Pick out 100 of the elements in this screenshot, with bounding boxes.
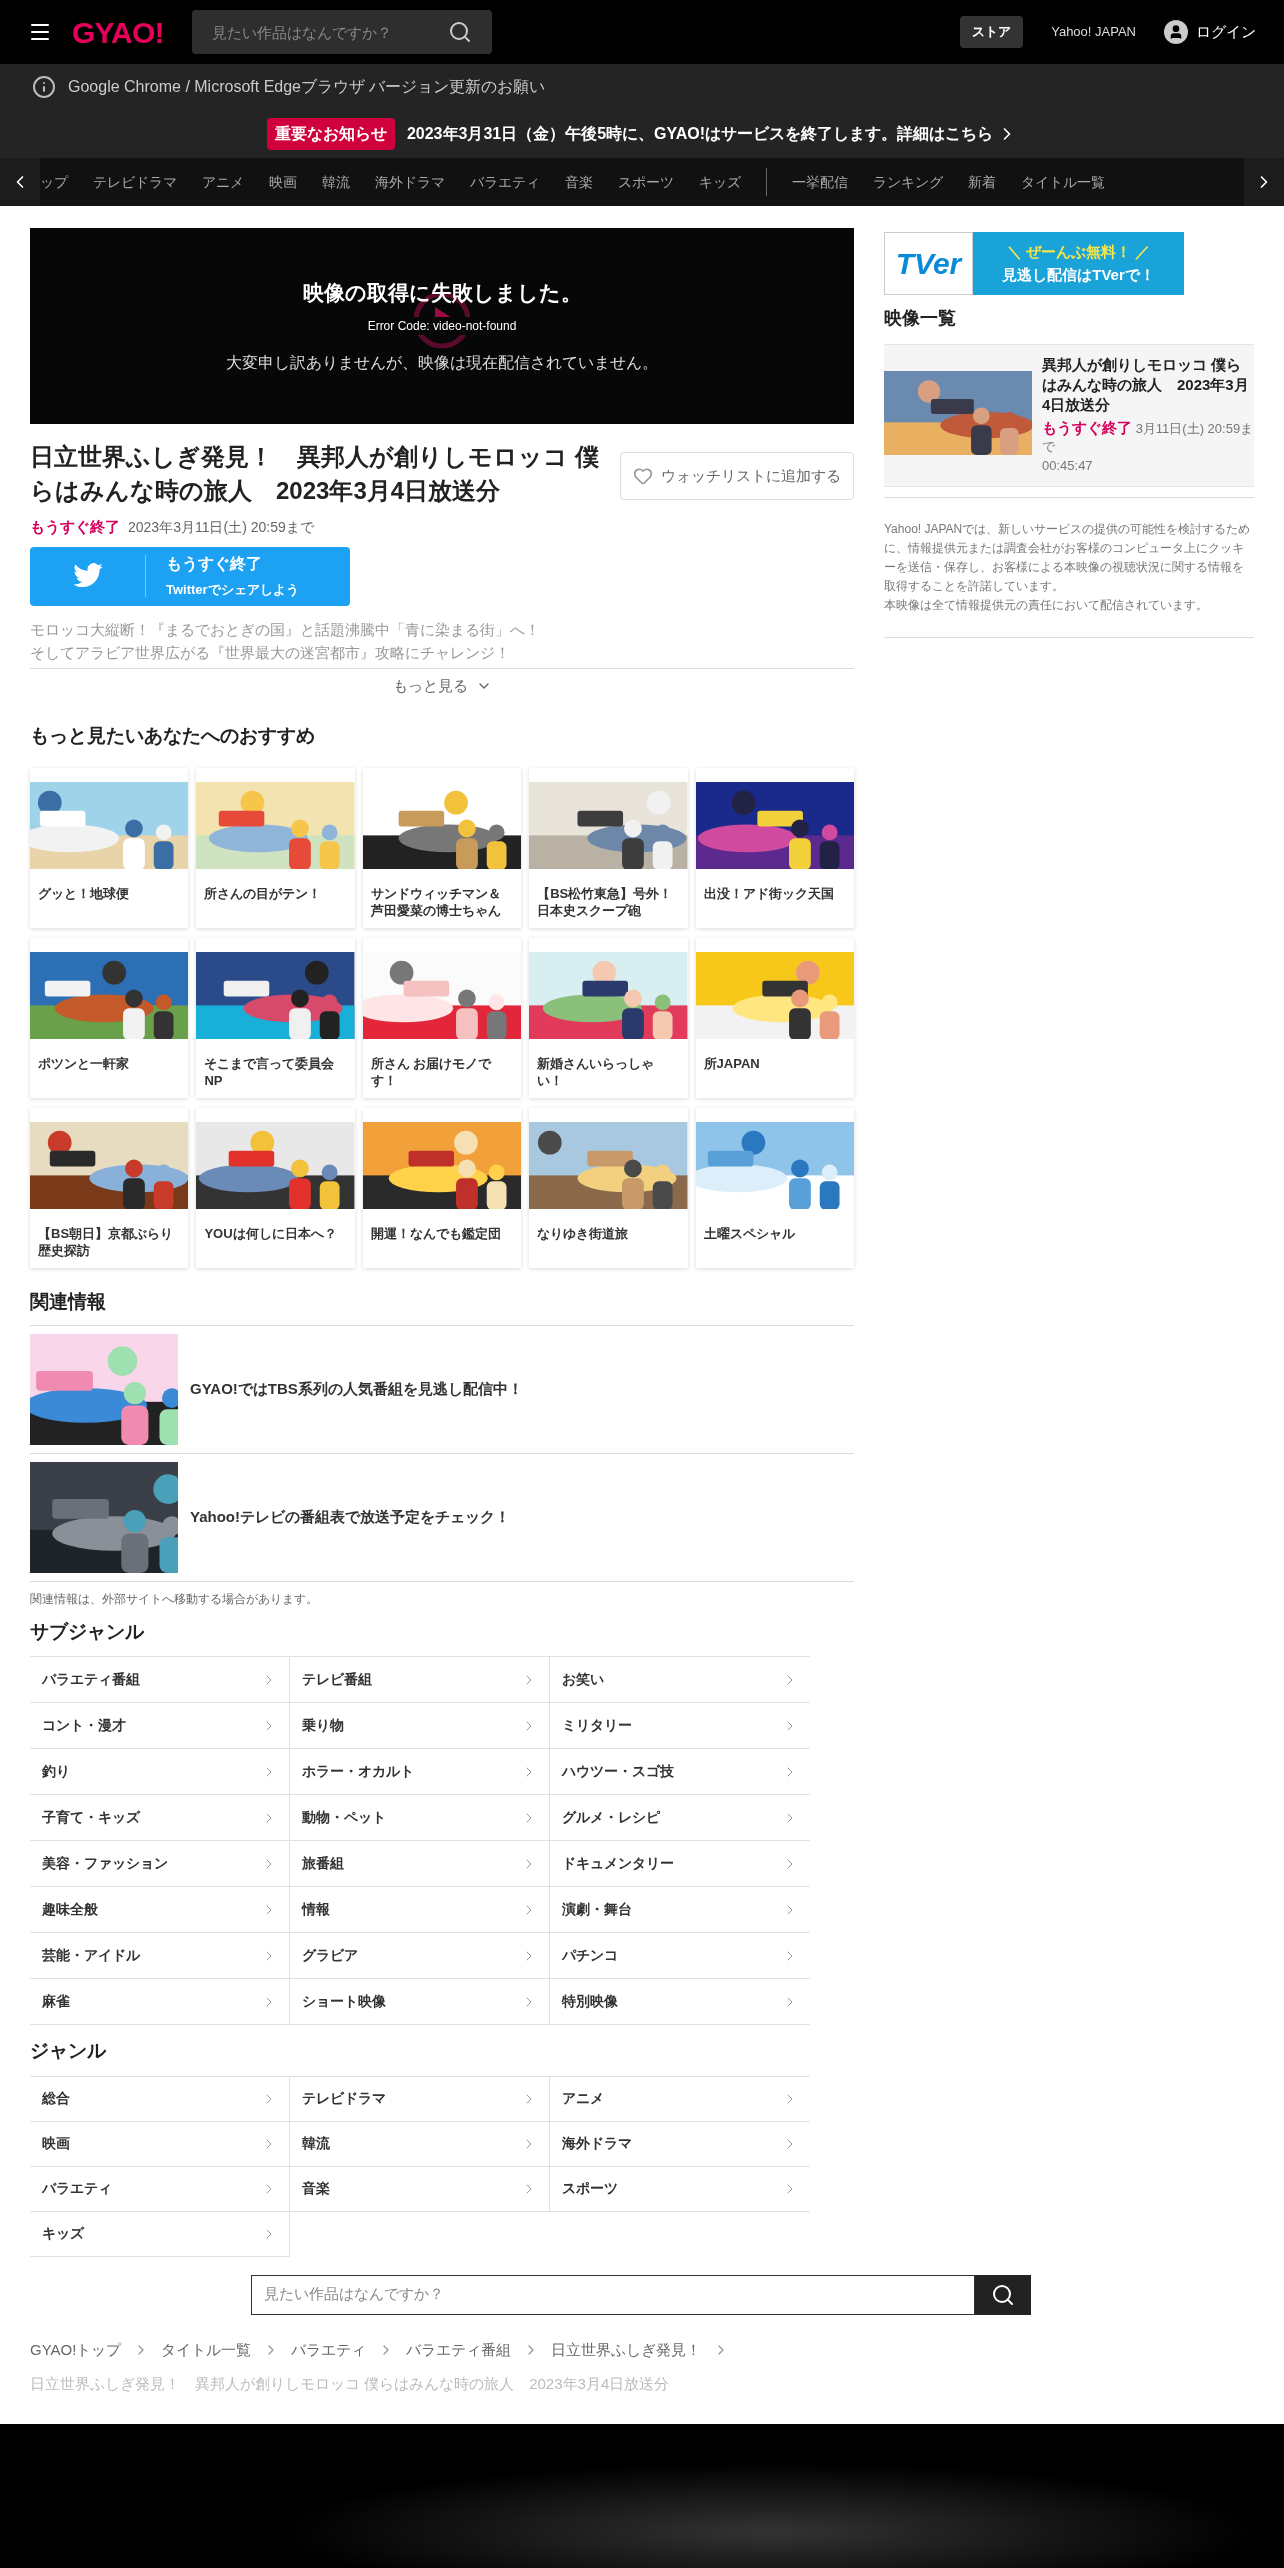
program-card[interactable]: グッと！地球便 (30, 768, 189, 928)
disclaimer-text: Yahoo! JAPANでは、新しいサービスの提供の可能性を検討するために、情報提供元または調査会社がお客様のコンピュータ上にクッキーを送信・保存し、お客様による本映像の視聴状況に関する情報を取得することを許諾しています。 (884, 520, 1252, 595)
breadcrumb-link[interactable]: 日立世界ふしぎ発見！ (551, 2338, 702, 2361)
program-card[interactable]: ポツンと一軒家 (30, 938, 189, 1098)
genre-link[interactable]: ショート映像 (290, 1979, 550, 2025)
breadcrumb-link[interactable]: バラエティ番組 (406, 2338, 512, 2361)
program-card[interactable]: 開運！なんでも鑑定団 (362, 1108, 522, 1268)
genre-link[interactable]: 映画 (30, 2121, 290, 2167)
nav-link[interactable]: 映画 (269, 171, 297, 193)
nav-link[interactable]: テレビドラマ (93, 171, 177, 193)
program-card[interactable]: 土曜スペシャル (695, 1108, 854, 1268)
breadcrumb-link[interactable]: タイトル一覧 (161, 2338, 252, 2361)
genre-link[interactable]: お笑い (550, 1657, 810, 1703)
disclaimer-text: 本映像は全て情報提供元の責任において配信されています。 (884, 596, 1209, 614)
genre-link[interactable]: 趣味全般 (30, 1887, 290, 1933)
genre-link[interactable]: スポーツ (550, 2166, 810, 2212)
program-card[interactable]: 【BS松竹東急】号外！日本史スクープ砲 (529, 768, 688, 928)
genre-link[interactable]: 韓流 (290, 2121, 550, 2167)
program-card[interactable]: そこまで言って委員会NP (196, 938, 355, 1098)
genre-link[interactable]: 情報 (290, 1887, 550, 1933)
nav-link[interactable]: 海外ドラマ (375, 171, 445, 193)
video-list-item[interactable]: 異邦人が創りしモロッコ 僕らはみんな時の旅人 2023年3月4日放送分 もうすぐ終了 3月11日(土) 20:59まで 00:45:47 (884, 344, 1254, 487)
episode-title: 日立世界ふしぎ発見！ 異邦人が創りしモロッコ 僕らはみんな時の旅人 2023年3月4日放送分 (30, 442, 600, 506)
nav-link[interactable]: 一挙配信 (792, 171, 848, 193)
genre-link[interactable]: 乗り物 (290, 1703, 550, 1749)
genre-link[interactable]: コント・漫才 (30, 1703, 290, 1749)
program-card[interactable]: 所JAPAN (695, 938, 854, 1098)
genre-link[interactable]: ドキュメンタリー (550, 1841, 810, 1887)
section-heading: もっと見たいあなたへのおすすめ (30, 723, 316, 748)
video-player[interactable]: 映像の取得に失敗しました。 Error Code: video-not-found 大変申し訳ありませんが、映像は現在配信されていません。 (30, 228, 854, 424)
genre-link[interactable]: アニメ (550, 2076, 810, 2122)
program-card[interactable]: サンドウィッチマン＆芦田愛菜の博士ちゃん (362, 768, 522, 928)
genre-link[interactable]: グラビア (290, 1933, 550, 1979)
genre-link[interactable]: バラエティ番組 (30, 1657, 290, 1703)
genre-link[interactable]: ホラー・オカルト (290, 1749, 550, 1795)
related-link[interactable]: GYAO!ではTBS系列の人気番組を見逃し配信中！ (30, 1325, 854, 1454)
search-field[interactable]: 見たい作品はなんですか？ (251, 2274, 975, 2315)
info-icon (32, 75, 56, 99)
important-badge: 重要なお知らせ (266, 118, 395, 150)
program-card[interactable]: 【BS朝日】京都ぶらり歴史探訪 (30, 1108, 189, 1268)
heart-icon (633, 466, 653, 486)
genre-link[interactable]: 子育て・キッズ (30, 1795, 290, 1841)
genre-link[interactable]: 美容・ファッション (30, 1841, 290, 1887)
genre-link[interactable]: 海外ドラマ (550, 2121, 810, 2167)
description-text: そしてアラビア世界広がる『世界最大の迷宮都市』攻略にチャレンジ！ (30, 642, 511, 663)
breadcrumb-link[interactable]: バラエティ (291, 2338, 367, 2361)
genre-link[interactable]: 旅番組 (290, 1841, 550, 1887)
related-link[interactable]: Yahoo!テレビの番組表で放送予定をチェック！ (30, 1453, 854, 1582)
nav-link[interactable]: タイトル一覧 (1021, 171, 1105, 193)
genre-link[interactable]: パチンコ (550, 1933, 810, 1979)
genre-link[interactable]: 芸能・アイドル (30, 1933, 290, 1979)
error-title: 映像の取得に失敗しました。 (302, 280, 582, 307)
genre-link[interactable]: キッズ (30, 2211, 290, 2257)
program-card[interactable]: 出没！アド街ック天国 (695, 768, 854, 928)
section-heading: サブジャンル (30, 1619, 145, 1644)
genre-link[interactable]: 特別映像 (550, 1979, 810, 2025)
program-card[interactable]: 所さん お届けモノです！ (362, 938, 522, 1098)
nav-link[interactable]: アニメ (202, 171, 244, 193)
watchlist-button[interactable]: ウォッチリストに追加する (620, 452, 854, 500)
program-card[interactable]: YOUは何しに日本へ？ (196, 1108, 355, 1268)
nav-link[interactable]: ランキング (873, 171, 943, 193)
genre-link[interactable]: 麻雀 (30, 1979, 290, 2025)
genre-link[interactable]: 動物・ペット (290, 1795, 550, 1841)
breadcrumb-link[interactable]: GYAO!トップ (30, 2338, 122, 2361)
description-text: モロッコ大縦断！『まるでおとぎの国』と話題沸騰中「青に染まる街」へ！ (30, 619, 541, 640)
program-card[interactable]: 新婚さんいらっしゃい！ (529, 938, 688, 1098)
related-note: 関連情報は、外部サイトへ移動する場合があります。 (30, 1590, 319, 1608)
yahoo-link[interactable]: Yahoo! JAPAN (1051, 22, 1136, 42)
error-message: 大変申し訳ありませんが、映像は現在配信されていません。 (226, 352, 658, 373)
nav-link[interactable]: 新着 (968, 171, 996, 193)
nav-link[interactable]: ップ (40, 171, 68, 193)
announcement-link[interactable]: 2023年3月31日（金）午後5時に、GYAO!はサービスを終了します。詳細はこちら (406, 122, 1018, 146)
program-card[interactable]: なりゆき街道旅 (529, 1108, 688, 1268)
genre-link[interactable]: テレビ番組 (290, 1657, 550, 1703)
genre-link[interactable]: グルメ・レシピ (550, 1795, 810, 1841)
user-icon (1164, 20, 1188, 44)
genre-link[interactable]: ハウツー・スゴ技 (550, 1749, 810, 1795)
more-link[interactable]: もっと見る (392, 674, 492, 698)
nav-link[interactable]: バラエティ (470, 171, 540, 193)
section-heading: ジャンル (30, 2039, 107, 2063)
store-button[interactable]: ストア (960, 16, 1024, 48)
nav-link[interactable]: 音楽 (565, 171, 593, 193)
logo[interactable]: GYAO! (72, 9, 164, 55)
search-icon[interactable] (447, 20, 472, 44)
genre-link[interactable]: ミリタリー (550, 1703, 810, 1749)
genre-link[interactable]: 総合 (30, 2076, 290, 2122)
available-until: 2023年3月11日(土) 20:59まで (128, 517, 314, 537)
genre-link[interactable]: 音楽 (290, 2166, 550, 2212)
genre-link[interactable]: 演劇・舞台 (550, 1887, 810, 1933)
program-card[interactable]: 所さんの目がテン！ (196, 768, 355, 928)
search-button[interactable] (975, 2274, 1031, 2315)
genre-link[interactable]: 釣り (30, 1749, 290, 1795)
genre-link[interactable]: テレビドラマ (290, 2076, 550, 2122)
search-field[interactable]: 見たい作品はなんですか？ (191, 10, 492, 54)
browser-notice[interactable]: Google Chrome / Microsoft Edgeブラウザ バージョン更新のお願い (68, 75, 546, 99)
nav-link[interactable]: キッズ (699, 171, 741, 193)
genre-link[interactable]: バラエティ (30, 2166, 290, 2212)
login-link[interactable]: ログイン (1164, 20, 1256, 44)
nav-link[interactable]: スポーツ (618, 171, 674, 193)
nav-link[interactable]: 韓流 (322, 171, 350, 193)
